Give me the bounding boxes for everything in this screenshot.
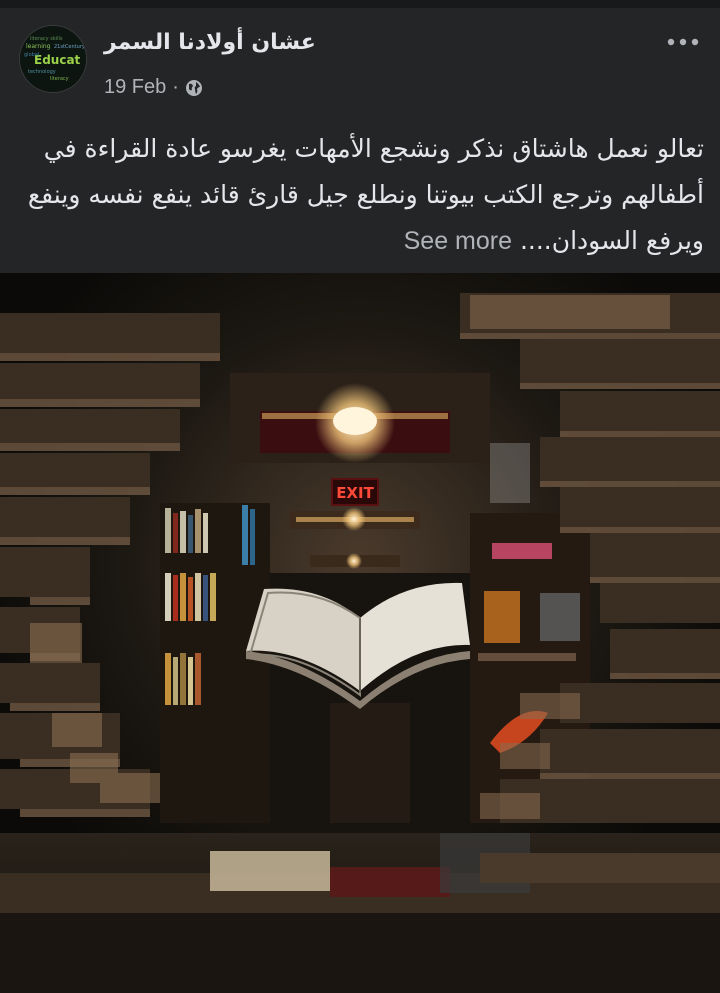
post-header: literacy skills learning 21stCentury Edu…	[0, 8, 720, 118]
svg-text:literacy: literacy	[50, 76, 69, 82]
post-date[interactable]: 19 Feb	[104, 76, 166, 99]
post-card: literacy skills learning 21stCentury Edu…	[0, 8, 720, 993]
post-meta: 19 Feb ·	[104, 76, 203, 99]
svg-text:21stCentury: 21stCentury	[54, 44, 85, 50]
see-more-link[interactable]: See more	[404, 227, 512, 255]
library-book-image: EXIT	[0, 273, 720, 993]
svg-text:learning: learning	[26, 43, 51, 50]
more-options-icon[interactable]	[666, 32, 700, 52]
globe-icon	[185, 79, 202, 96]
post-text: تعالو نعمل هاشتاق نذكر ونشجع الأمهات يغر…	[14, 126, 704, 264]
avatar-image: literacy skills learning 21stCentury Edu…	[20, 26, 86, 92]
author-name[interactable]: عشان أولادنا السمر	[104, 30, 316, 55]
avatar[interactable]: literacy skills learning 21stCentury Edu…	[20, 26, 86, 92]
svg-text:technology: technology	[28, 69, 56, 75]
post-photo[interactable]: EXIT	[0, 273, 720, 993]
svg-text:literacy skills: literacy skills	[30, 36, 63, 42]
top-bar	[0, 0, 720, 8]
avatar-logo-text: Educat	[34, 53, 81, 67]
svg-text:global: global	[24, 52, 39, 58]
meta-separator: ·	[172, 76, 179, 98]
post-body: تعالو نعمل هاشتاق نذكر ونشجع الأمهات يغر…	[27, 134, 704, 255]
exit-sign: EXIT	[336, 484, 374, 502]
